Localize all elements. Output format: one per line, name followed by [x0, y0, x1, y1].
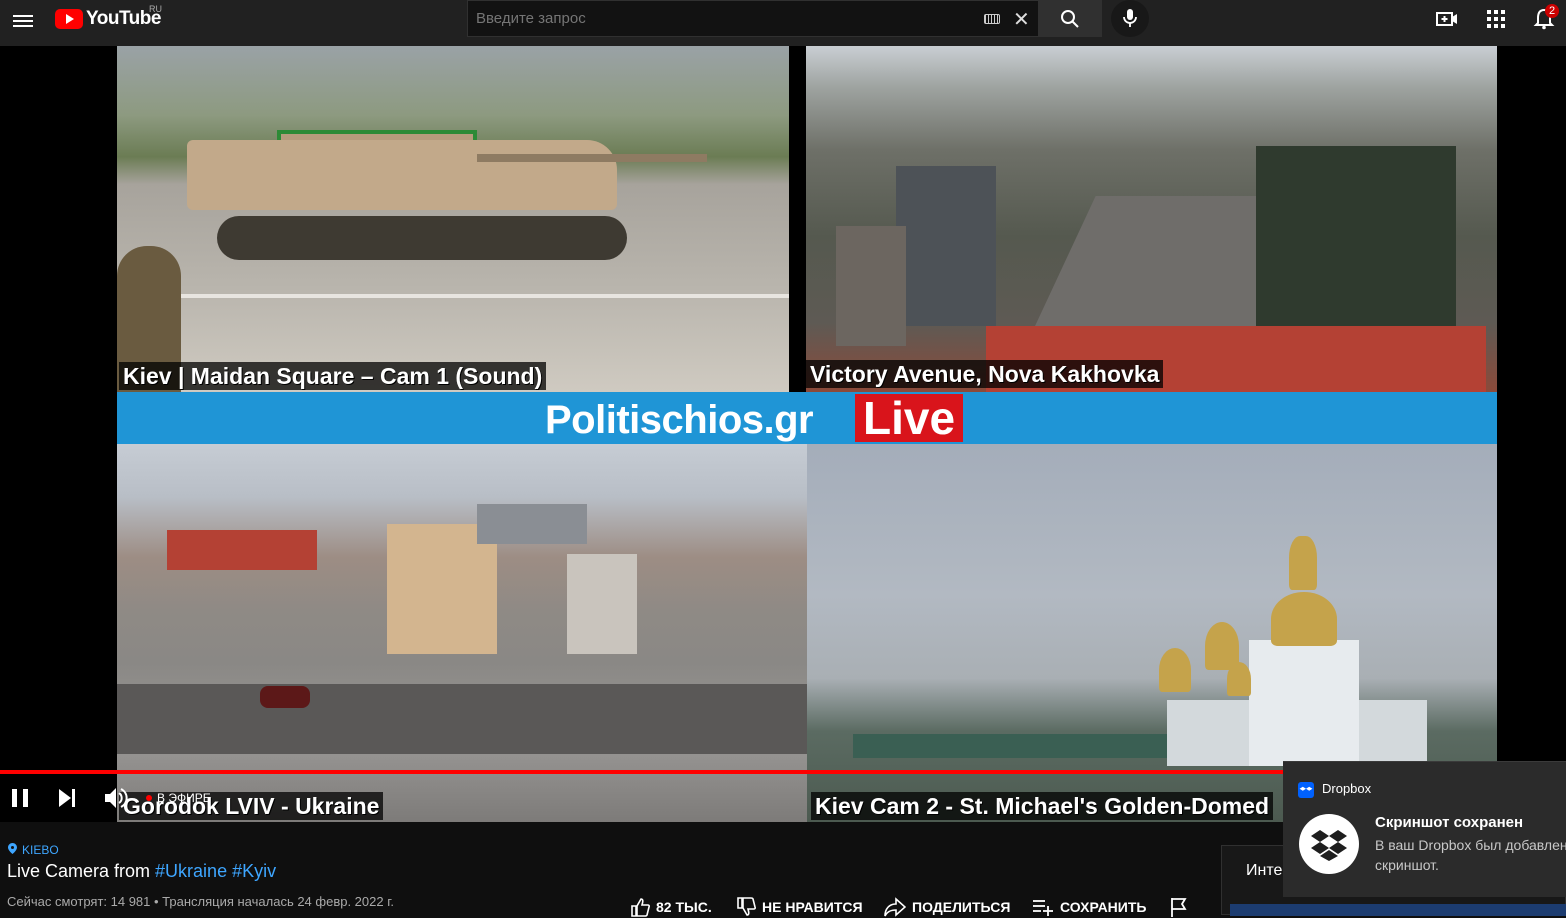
location-tag[interactable]: KIEBO [8, 843, 59, 857]
car [260, 686, 310, 708]
thumb-down-icon [737, 897, 756, 916]
trees [1256, 146, 1456, 346]
hashtag-kyiv[interactable]: #Kyiv [232, 861, 276, 881]
live-label[interactable]: В ЭФИРЕ [157, 791, 211, 805]
menu-icon[interactable] [9, 8, 37, 36]
cam-label-st-michaels: Kiev Cam 2 - St. Michael's Golden-Domed [811, 792, 1274, 820]
building-roof [836, 226, 906, 346]
masthead: YouTube RU ✕ 2 [0, 0, 1566, 46]
building [567, 554, 637, 654]
video-title: Live Camera from #Ukraine #Kyiv [7, 861, 276, 882]
clear-icon[interactable]: ✕ [1013, 7, 1030, 32]
player-controls: В ЭФИРЕ [0, 780, 600, 816]
country-code: RU [149, 4, 162, 14]
search-icon [1061, 10, 1079, 28]
search-input[interactable] [474, 9, 978, 28]
save-label: СОХРАНИТЬ [1060, 899, 1147, 915]
side-thumbnail[interactable] [1230, 904, 1566, 916]
notification-badge: 2 [1545, 4, 1560, 18]
cam-label-nova-kakhovka: Victory Avenue, Nova Kakhovka [806, 360, 1164, 388]
pause-icon[interactable] [2, 780, 38, 816]
like-count: 82 ТЫС. [656, 899, 712, 915]
cam-nova-kakhovka: Victory Avenue, Nova Kakhovka [806, 46, 1497, 392]
volume-icon[interactable] [97, 780, 133, 816]
search-button[interactable] [1039, 0, 1102, 37]
next-icon[interactable] [49, 780, 85, 816]
thumb-up-icon [631, 898, 650, 917]
playlist-add-icon [1033, 900, 1053, 916]
flag-icon [1171, 898, 1187, 917]
cathedral-bell-tower [1249, 640, 1359, 766]
live-dot [146, 795, 152, 801]
tank-track [217, 216, 627, 260]
voice-search-button[interactable] [1111, 0, 1149, 37]
hashtag-ukraine[interactable]: #Ukraine [155, 861, 227, 881]
mic-icon [1123, 9, 1137, 27]
video-title-text: Live Camera from [7, 861, 156, 881]
video-meta: Сейчас смотрят: 14 981 • Трансляция нача… [7, 894, 394, 909]
green-roof [853, 734, 1183, 758]
video-player[interactable]: Kiev | Maidan Square – Cam 1 (Sound) Vic… [0, 46, 1566, 822]
keyboard-icon[interactable] [984, 14, 1000, 24]
golden-dome [1227, 662, 1251, 696]
dislike-label: НЕ НРАВИТСЯ [762, 899, 863, 915]
share-label: ПОДЕЛИТЬСЯ [912, 899, 1011, 915]
toast-title: Скриншот сохранен [1375, 814, 1524, 831]
location-text: KIEBO [22, 843, 59, 857]
street [117, 684, 807, 754]
apps-icon[interactable] [1485, 8, 1507, 30]
tank [187, 140, 617, 210]
banner-site-name: Politischios.gr [545, 398, 814, 442]
politischios-banner: Politischios.gr Live [117, 392, 1497, 444]
golden-dome [1159, 648, 1191, 692]
dropbox-small-icon [1298, 782, 1314, 798]
location-pin-icon [8, 843, 17, 854]
search-box: ✕ [467, 0, 1039, 37]
banner-live-badge: Live [855, 394, 964, 442]
tank-gun [477, 154, 707, 162]
golden-dome [1271, 592, 1337, 646]
video-divider [789, 46, 806, 392]
toast-brand: Dropbox [1322, 781, 1372, 796]
building-roof [477, 504, 587, 544]
toast-body: В ваш Dropbox был добавлен скриншот. [1375, 837, 1566, 873]
cam-maidan-square: Kiev | Maidan Square – Cam 1 (Sound) [117, 46, 789, 392]
building-roof [896, 166, 996, 326]
dropbox-notification[interactable]: Dropbox Скриншот сохранен В ваш Dropbox … [1283, 761, 1566, 897]
red-roof [167, 530, 317, 570]
create-video-icon[interactable] [1436, 8, 1458, 30]
golden-dome [1289, 536, 1317, 590]
dropbox-icon [1299, 814, 1359, 874]
cam-gorodok-lviv: Gorodok LVIV - Ukraine [117, 444, 807, 822]
youtube-play-icon [55, 9, 83, 29]
video-frame[interactable]: Kiev | Maidan Square – Cam 1 (Sound) Vic… [117, 46, 1497, 822]
cam-label-maidan: Kiev | Maidan Square – Cam 1 (Sound) [119, 362, 547, 390]
share-icon [884, 897, 906, 917]
youtube-logo[interactable]: YouTube [55, 7, 161, 31]
side-panel-label: Инте [1246, 862, 1283, 879]
road-marking [117, 294, 789, 298]
